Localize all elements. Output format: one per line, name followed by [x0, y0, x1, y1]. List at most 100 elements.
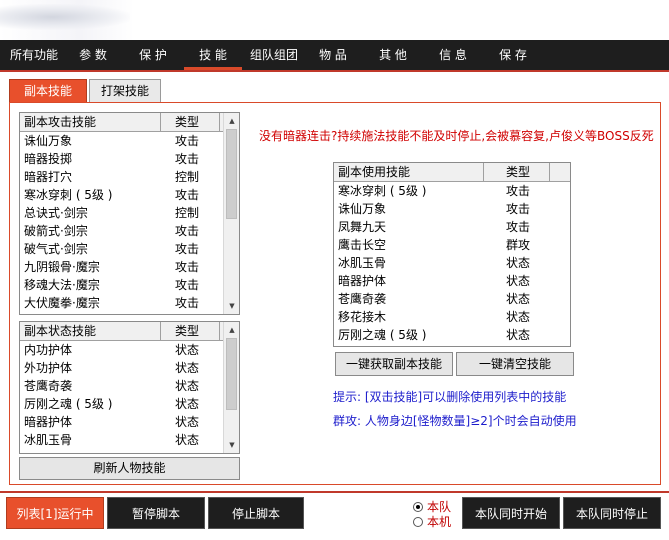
column-header-type[interactable]: 类型	[484, 163, 550, 182]
table-row[interactable]: 总诀式·剑宗 控制	[20, 204, 223, 222]
nav-items[interactable]: 物 品	[310, 40, 356, 70]
nav-all-functions[interactable]: 所有功能	[6, 40, 62, 70]
scroll-up-icon[interactable]: ▲	[224, 322, 239, 338]
skill-type-cell: 攻击	[506, 184, 531, 198]
table-row[interactable]: 移魂大法·魔宗 攻击	[20, 276, 223, 294]
table-row[interactable]: 破气式·剑宗 攻击	[20, 240, 223, 258]
scroll-thumb[interactable]	[226, 129, 237, 219]
table-row[interactable]: 冰肌玉骨 状态	[334, 254, 570, 272]
nav-team[interactable]: 组队组团	[246, 40, 302, 70]
skill-type-cell: 状态	[175, 397, 200, 411]
scroll-thumb[interactable]	[226, 338, 237, 410]
skill-type-cell: 攻击	[175, 224, 200, 238]
refresh-skills-button[interactable]: 刷新人物技能	[19, 457, 240, 480]
column-header-skill[interactable]: 副本攻击技能	[20, 113, 161, 132]
table-row[interactable]: 大伏魔拳·魔宗 攻击	[20, 294, 223, 312]
skill-name-cell: 暗器打穴	[24, 170, 73, 184]
radio-team[interactable]: 本队	[413, 500, 451, 514]
title-area	[0, 0, 669, 40]
skill-name-cell: 破箭式·剑宗	[24, 224, 88, 238]
skill-name-cell: 大伏魔拳·魔宗	[24, 296, 100, 310]
skill-name-cell: 凤舞九天	[338, 220, 387, 234]
table-row[interactable]: 寒冰穿刺 ( 5级 ) 攻击	[334, 182, 570, 200]
skill-type-cell: 攻击	[175, 134, 200, 148]
table-row[interactable]: 苍鹰奇袭 状态	[334, 290, 570, 308]
radio-checked-icon[interactable]	[413, 502, 423, 512]
column-header-skill[interactable]: 副本状态技能	[20, 322, 161, 341]
nav-save[interactable]: 保 存	[490, 40, 536, 70]
skill-type-cell: 控制	[175, 170, 200, 184]
table-row[interactable]: 寒冰穿刺 ( 5级 ) 攻击	[20, 186, 223, 204]
stop-script-button[interactable]: 停止脚本	[208, 497, 304, 529]
list-header: 副本攻击技能 类型	[20, 113, 223, 132]
clear-skills-button[interactable]: 一键清空技能	[456, 352, 574, 376]
skill-type-cell: 攻击	[506, 220, 531, 234]
nav-protect[interactable]: 保 护	[130, 40, 176, 70]
blurred-title-region	[0, 4, 130, 30]
nav-divider	[0, 70, 669, 72]
scroll-up-icon[interactable]: ▲	[224, 113, 239, 129]
hint-double-click: 提示: [双击技能]可以删除使用列表中的技能	[333, 390, 567, 404]
table-row[interactable]: 移花接木 状态	[334, 308, 570, 326]
table-row[interactable]: 鹰击长空 群攻	[334, 236, 570, 254]
used-skill-list[interactable]: 副本使用技能 类型 寒冰穿刺 ( 5级 ) 攻击 诛仙万象 攻击 凤舞九天 攻击 鹰击长空群…	[333, 162, 571, 347]
nav-info[interactable]: 信 息	[430, 40, 476, 70]
table-row[interactable]: 冰肌玉骨 状态	[20, 431, 223, 449]
list-header: 副本使用技能 类型	[334, 163, 570, 182]
skill-name-cell: 破气式·剑宗	[24, 242, 88, 256]
skill-type-cell: 攻击	[175, 188, 200, 202]
column-header-type[interactable]: 类型	[161, 322, 220, 341]
skill-type-cell: 状态	[506, 292, 531, 306]
column-header-skill[interactable]: 副本使用技能	[334, 163, 484, 182]
skill-name-cell: 移花接木	[338, 310, 387, 324]
table-row[interactable]: 暗器护体 状态	[20, 413, 223, 431]
status-list-scrollbar[interactable]: ▲ ▼	[223, 322, 239, 453]
radio-local[interactable]: 本机	[413, 515, 451, 529]
scroll-down-icon[interactable]: ▼	[224, 298, 239, 314]
team-start-button[interactable]: 本队同时开始	[462, 497, 560, 529]
scroll-down-icon[interactable]: ▼	[224, 437, 239, 453]
warning-text: 没有暗器连击?持续施法技能不能及时停止,会被慕容复,卢俊义等BOSS反死	[259, 129, 654, 143]
status-skill-list[interactable]: 副本状态技能 类型 内功护体 状态 外功护体 状态 苍鹰奇袭 状态 厉刚之魂 ( 5级 ) 状…	[19, 321, 240, 454]
running-status-button[interactable]: 列表[1]运行中	[6, 497, 104, 529]
skill-name-cell: 诛仙万象	[338, 202, 387, 216]
clear-skills-label: 一键清空技能	[478, 357, 551, 371]
skill-name-cell: 内功护体	[24, 343, 73, 357]
team-stop-button[interactable]: 本队同时停止	[563, 497, 661, 529]
tab-fight-skills[interactable]: 打架技能	[89, 79, 161, 103]
skill-type-cell: 攻击	[175, 242, 200, 256]
nav-skills[interactable]: 技 能	[184, 40, 242, 70]
table-row[interactable]: 厉刚之魂 ( 5级 ) 状态	[334, 326, 570, 344]
attack-skill-list[interactable]: 副本攻击技能 类型 诛仙万象 攻击 暗器投掷 攻击暗器打穴 控制寒冰穿刺 ( 5级 ) 攻…	[19, 112, 240, 315]
table-row[interactable]: 破箭式·剑宗 攻击	[20, 222, 223, 240]
skill-type-cell: 状态	[506, 274, 531, 288]
column-header-type[interactable]: 类型	[161, 113, 220, 132]
table-row[interactable]: 诛仙万象 攻击	[20, 132, 223, 150]
refresh-skills-label: 刷新人物技能	[93, 461, 166, 475]
table-row[interactable]: 暗器打穴 控制	[20, 168, 223, 186]
nav-other[interactable]: 其 他	[370, 40, 416, 70]
table-row[interactable]: 苍鹰奇袭 状态	[20, 377, 223, 395]
tab-dungeon-skills[interactable]: 副本技能	[9, 79, 87, 103]
table-row[interactable]: 暗器投掷 攻击	[20, 150, 223, 168]
table-row[interactable]: 九阴锻骨·魔宗 攻击	[20, 258, 223, 276]
radio-team-label: 本队	[427, 500, 452, 514]
table-row[interactable]: 诛仙万象 攻击	[334, 200, 570, 218]
attack-list-scrollbar[interactable]: ▲ ▼	[223, 113, 239, 314]
skill-type-cell: 状态	[175, 379, 200, 393]
skill-name-cell: 暗器护体	[338, 274, 387, 288]
get-dungeon-skills-button[interactable]: 一键获取副本技能	[335, 352, 453, 376]
nav-params[interactable]: 参 数	[70, 40, 116, 70]
get-dungeon-skills-label: 一键获取副本技能	[345, 357, 442, 371]
skill-type-cell: 群攻	[506, 238, 531, 252]
main-nav: 所有功能 参 数 保 护 技 能 组队组团 物 品 其 他 信 息 保 存	[0, 40, 669, 70]
radio-unchecked-icon[interactable]	[413, 517, 423, 527]
table-row[interactable]: 厉刚之魂 ( 5级 ) 状态	[20, 395, 223, 413]
table-row[interactable]: 凤舞九天 攻击	[334, 218, 570, 236]
pause-script-button[interactable]: 暂停脚本	[107, 497, 205, 529]
skill-type-cell: 状态	[175, 415, 200, 429]
table-row[interactable]: 内功护体 状态	[20, 341, 223, 359]
table-row[interactable]: 暗器护体 状态	[334, 272, 570, 290]
skill-type-cell: 攻击	[175, 296, 200, 310]
table-row[interactable]: 外功护体 状态	[20, 359, 223, 377]
